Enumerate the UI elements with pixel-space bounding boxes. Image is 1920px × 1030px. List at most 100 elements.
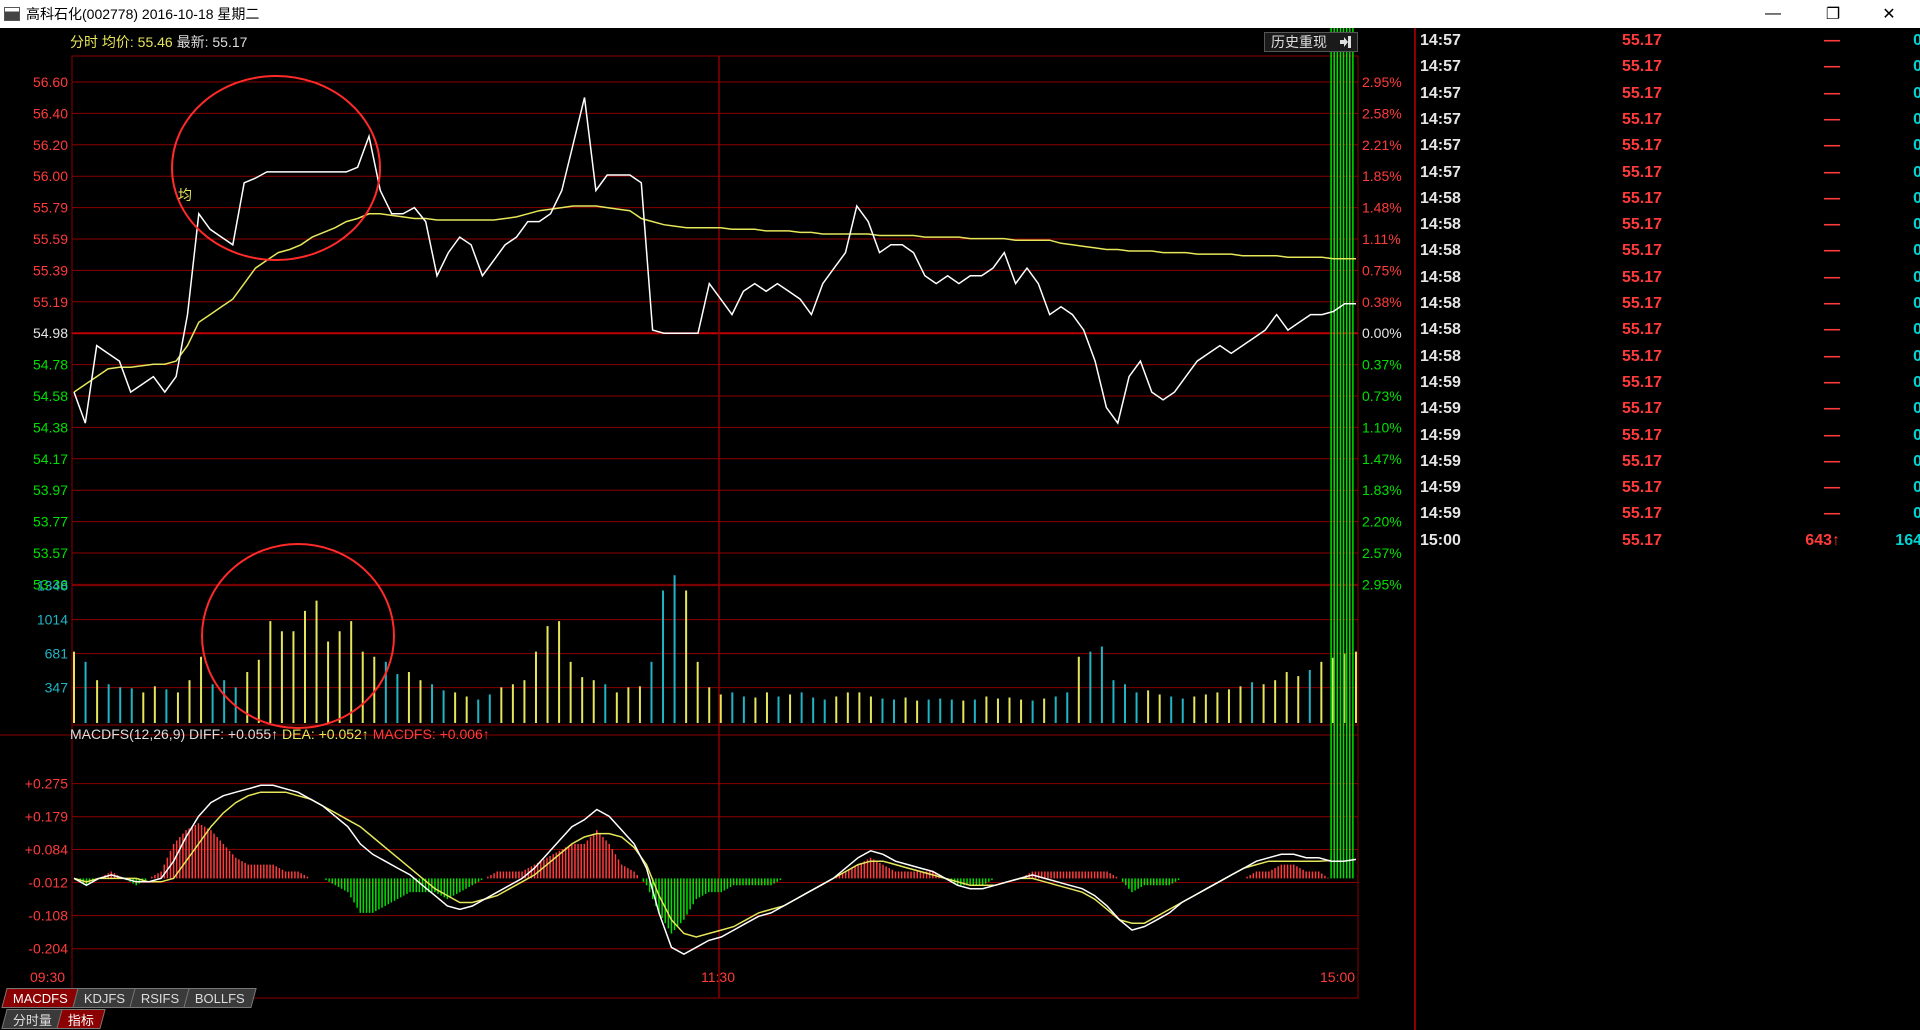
tab-rsifs[interactable]: RSIFS [129, 988, 192, 1008]
tab-kdjfs[interactable]: KDJFS [72, 988, 137, 1008]
chart-lines [73, 97, 1357, 956]
price-tick-label: 54.78 [33, 357, 68, 373]
tab-label: RSIFS [141, 990, 180, 1006]
highlight-circle-price [171, 75, 381, 261]
chart-grid [0, 55, 1359, 999]
price-tick-label: 56.60 [33, 74, 68, 90]
avg-annotation: 均 [178, 187, 192, 203]
tick-detail-panel[interactable]: 14:57 55.17—0 14:57 55.17—0 14:57 55.17—0 14:5… [1414, 28, 1920, 1030]
tick-price: 55.17 [1622, 110, 1663, 128]
tick-price: 55.17 [1622, 321, 1663, 339]
window-title: 高科石化(002778) 2016-10-18 星期二 [26, 6, 260, 22]
minimize-button[interactable]: — [1750, 0, 1796, 28]
volume-tick-label: 347 [45, 680, 69, 696]
bottom-tab-0[interactable]: 分时量 [1, 1009, 64, 1029]
tick-row: 14:58 55.17 — 0 [1416, 186, 1920, 212]
tick-time: 14:57 [1420, 163, 1461, 181]
tick-time: 14:58 [1420, 347, 1461, 365]
price-tick-label: 56.00 [33, 168, 68, 184]
tick-row: 14:59 55.17 — 0 [1416, 449, 1920, 475]
tick-price: 55.17 [1622, 347, 1663, 365]
close-button[interactable]: ✕ [1866, 0, 1912, 28]
pct-tick-label: 1.83% [1362, 482, 1402, 498]
tab-label: MACDFS [13, 990, 68, 1006]
highlight-circles [171, 75, 395, 729]
macd-macdfs: MACDFS: +0.006↑ [372, 726, 490, 742]
tick-volume: — [1824, 295, 1840, 312]
tick-row: 14:58 55.17 — 0 [1416, 291, 1920, 317]
price-header: 分时 均价: 55.46 最新: 55.17 [70, 32, 247, 52]
tick-count: 0 [1913, 137, 1920, 155]
tick-time: 14:58 [1420, 216, 1461, 234]
avg-value: 55.46 [137, 34, 173, 50]
bottom-tabs: 分时量 指标 [1, 1009, 106, 1029]
tick-row: 15:00 55.17 643↑ 164 [1416, 528, 1920, 554]
tick-count: 164 [1895, 531, 1920, 549]
tick-row: 14:57 55.17 — 0 [1416, 160, 1920, 186]
tick-price: 55.17 [1622, 373, 1663, 391]
history-replay-button[interactable]: 历史重现 [1264, 32, 1358, 52]
exit-arrow-icon [1340, 36, 1351, 48]
tick-count: 0 [1913, 163, 1920, 181]
pct-tick-label: 2.95% [1362, 576, 1402, 592]
tick-volume: — [1824, 84, 1840, 102]
last-label: 最新: [176, 34, 209, 50]
volume-bars [73, 575, 1357, 723]
chart-labels: 均 [178, 187, 192, 203]
chart-frame [71, 55, 1359, 999]
pct-tick-label: 0.00% [1362, 325, 1402, 341]
tick-time: 14:59 [1420, 400, 1461, 418]
tick-volume: — [1824, 479, 1840, 497]
tick-row: 14:57 55.17 — 0 [1416, 107, 1920, 133]
tick-row: 14:57 55.17 — 0 [1416, 133, 1920, 159]
tick-volume: — [1824, 32, 1840, 49]
price-tick-label: 53.57 [33, 545, 68, 561]
tick-volume: — [1824, 452, 1840, 470]
tick-price: 55.17 [1622, 242, 1663, 260]
tick-volume: — [1824, 268, 1840, 286]
last-value: 55.17 [212, 34, 248, 50]
maximize-button[interactable]: ❐ [1810, 0, 1856, 28]
tick-time: 14:59 [1420, 426, 1461, 444]
tick-count: 0 [1913, 216, 1920, 234]
tick-count: 0 [1913, 505, 1920, 523]
intraday-chart[interactable]: 56.60 2.95% 56.40 2.58% 56.20 2.21% 56.00 1.85%… [0, 28, 1414, 1030]
tick-price: 55.17 [1622, 295, 1663, 312]
tick-volume: — [1824, 347, 1840, 365]
tick-price: 55.17 [1622, 189, 1663, 207]
time-label-mid: 11:30 [701, 969, 735, 985]
tick-time: 14:58 [1420, 268, 1461, 286]
pct-tick-label: 0.38% [1362, 294, 1402, 310]
price-tick-label: 55.39 [33, 262, 68, 278]
tick-count: 0 [1913, 295, 1920, 312]
tick-count: 0 [1913, 268, 1920, 286]
tick-row: 14:59 55.17 — 0 [1416, 501, 1920, 527]
tab-bollfs[interactable]: BOLLFS [183, 988, 257, 1008]
minimize-icon: — [1765, 5, 1781, 22]
price-tick-label: 56.20 [33, 137, 68, 153]
tick-row: 14:57 55.17 — 0 [1416, 81, 1920, 107]
macd-tick-label: +0.179 [25, 809, 68, 825]
tick-count: 0 [1913, 321, 1920, 339]
tick-volume: — [1824, 505, 1840, 523]
tick-count: 0 [1913, 347, 1920, 365]
bottom-tab-1[interactable]: 指标 [56, 1009, 106, 1029]
tick-volume: — [1824, 110, 1840, 128]
tick-price: 55.17 [1622, 163, 1663, 181]
pct-tick-label: 1.48% [1362, 200, 1402, 216]
tab-label: KDJFS [83, 990, 126, 1006]
pct-tick-label: 0.73% [1362, 388, 1402, 404]
tab-macdfs[interactable]: MACDFS [1, 988, 80, 1008]
tick-row: 14:58 55.17 — 0 [1416, 265, 1920, 291]
tick-price: 55.17 [1622, 32, 1663, 49]
macd-tick-label: +0.275 [25, 776, 68, 792]
pct-tick-label: 2.20% [1362, 514, 1402, 530]
tick-count: 0 [1913, 58, 1920, 76]
tick-row: 14:58 55.17 — 0 [1416, 212, 1920, 238]
tick-price: 55.17 [1622, 531, 1663, 549]
chart-axes: 56.60 2.95% 56.40 2.58% 56.20 2.21% 56.00 1.85%… [25, 74, 1402, 985]
tick-count: 0 [1913, 479, 1920, 497]
tick-time: 14:57 [1420, 58, 1461, 76]
price-tick-label: 55.59 [33, 231, 68, 247]
tick-time: 14:58 [1420, 321, 1461, 339]
